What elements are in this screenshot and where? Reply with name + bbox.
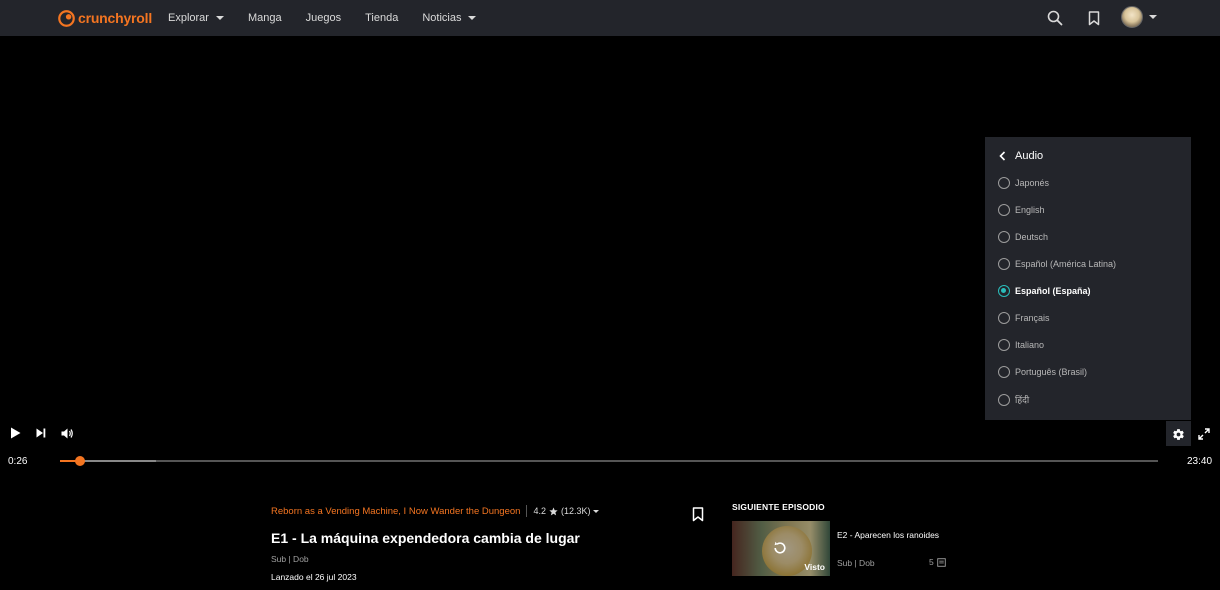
bookmark-icon[interactable] — [692, 507, 704, 527]
audio-option-espanol-espana[interactable]: Español (España) — [998, 285, 1091, 297]
rating-value: 4.2 — [533, 506, 546, 516]
progress-bar[interactable] — [60, 456, 1158, 466]
avatar — [1121, 6, 1143, 28]
profile-menu[interactable] — [1121, 6, 1157, 28]
nav-manga[interactable]: Manga — [248, 12, 282, 24]
audio-option-label: हिंदी — [1015, 395, 1030, 405]
current-time: 0:26 — [8, 456, 28, 467]
next-episode-title[interactable]: E2 - Aparecen los ranoides — [837, 530, 939, 540]
next-episode-icon[interactable] — [35, 427, 47, 439]
comments-count: 5 — [929, 557, 934, 567]
comment-icon — [937, 557, 946, 567]
audio-option-deutsch[interactable]: Deutsch — [998, 231, 1048, 243]
radio-button — [998, 393, 1010, 406]
gear-icon[interactable] — [1171, 427, 1185, 441]
nav-explorar[interactable]: Explorar — [168, 12, 224, 24]
top-nav-bar: crunchyroll Explorar Manga Juegos Tienda… — [0, 0, 1220, 36]
radio-button — [998, 366, 1010, 378]
rating-count: (12.3K) — [560, 506, 591, 516]
audio-option-label: Español (América Latina) — [1015, 259, 1117, 269]
crunchyroll-logo[interactable]: crunchyroll — [58, 8, 152, 28]
audio-option-portugues[interactable]: Português (Brasil) — [998, 366, 1087, 378]
bookmark-icon[interactable] — [1085, 9, 1103, 27]
radio-button — [998, 231, 1010, 243]
crunchyroll-logo-icon — [58, 9, 75, 27]
nav-juegos[interactable]: Juegos — [306, 12, 341, 24]
audio-option-label: Italiano — [1015, 340, 1045, 350]
chevron-down-icon — [1149, 15, 1157, 19]
radio-button — [998, 339, 1010, 351]
rating-dropdown[interactable]: 4.2 (12.3K) — [533, 506, 600, 516]
nav-noticias[interactable]: Noticias — [422, 12, 477, 24]
volume-icon[interactable] — [60, 427, 74, 439]
chevron-down-icon — [468, 16, 477, 20]
audio-option-label: Français — [1015, 313, 1050, 323]
main-nav: Explorar Manga Juegos Tienda Noticias — [168, 0, 500, 36]
star-icon — [549, 506, 558, 515]
audio-option-japanese[interactable]: Japonés — [998, 177, 1049, 189]
episode-release-date: Lanzado el 26 jul 2023 — [271, 572, 357, 582]
replay-icon — [774, 541, 786, 554]
divider — [526, 505, 528, 517]
audio-settings-panel: Audio Japonés English Deutsch Español (A… — [985, 137, 1191, 420]
radio-button — [998, 177, 1010, 189]
nav-tienda-label: Tienda — [365, 12, 399, 24]
audio-option-label: Português (Brasil) — [1015, 367, 1088, 377]
next-episode-thumbnail[interactable]: Visto — [732, 521, 830, 576]
nav-noticias-label: Noticias — [422, 12, 462, 24]
audio-option-label: Español (España) — [1015, 286, 1091, 296]
next-episode-section: SIGUIENTE EPISODIO — [732, 502, 825, 512]
audio-option-italiano[interactable]: Italiano — [998, 339, 1044, 351]
audio-option-francais[interactable]: Français — [998, 312, 1050, 324]
watched-label: Visto — [804, 562, 825, 572]
series-line: Reborn as a Vending Machine, I Now Wande… — [271, 505, 711, 517]
nav-juegos-label: Juegos — [305, 12, 342, 24]
duration: 23:40 — [1187, 456, 1213, 467]
radio-button — [998, 258, 1010, 270]
next-episode-comments[interactable]: 5 — [929, 557, 946, 567]
logo-text: crunchyroll — [78, 10, 153, 26]
next-episode-heading: SIGUIENTE EPISODIO — [732, 502, 825, 512]
audio-option-hindi[interactable]: हिंदी — [998, 393, 1029, 406]
audio-back-button[interactable]: Audio — [999, 150, 1043, 162]
audio-option-label: Deutsch — [1015, 232, 1049, 242]
audio-option-label: English — [1015, 205, 1045, 215]
nav-manga-label: Manga — [247, 12, 282, 24]
radio-button — [998, 204, 1010, 216]
radio-button — [998, 312, 1010, 324]
episode-sub-dub: Sub | Dob — [271, 554, 309, 564]
audio-option-english[interactable]: English — [998, 204, 1045, 216]
chevron-down-icon — [593, 509, 600, 513]
search-icon[interactable] — [1046, 9, 1064, 27]
audio-option-espanol-latam[interactable]: Español (América Latina) — [998, 258, 1116, 270]
play-icon[interactable] — [8, 426, 22, 440]
audio-option-label: Japonés — [1015, 178, 1050, 188]
fullscreen-icon[interactable] — [1197, 427, 1211, 441]
chevron-left-icon — [999, 151, 1006, 161]
episode-info: Reborn as a Vending Machine, I Now Wande… — [271, 505, 711, 582]
episode-title: E1 - La máquina expendedora cambia de lu… — [271, 530, 580, 546]
nav-explorar-label: Explorar — [168, 12, 209, 24]
nav-tienda[interactable]: Tienda — [365, 12, 398, 24]
chevron-down-icon — [215, 16, 224, 20]
next-episode-sub-dub: Sub | Dob — [837, 558, 875, 568]
series-title-link[interactable]: Reborn as a Vending Machine, I Now Wande… — [271, 506, 520, 517]
radio-button-selected — [998, 285, 1010, 297]
audio-panel-title: Audio — [1015, 150, 1044, 162]
